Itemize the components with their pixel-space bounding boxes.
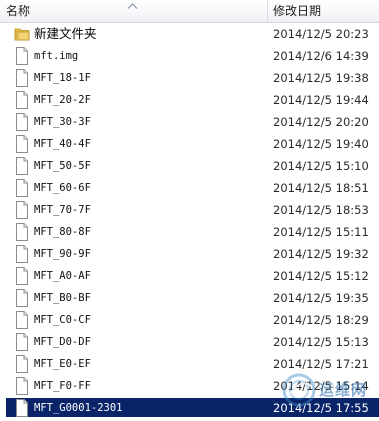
file-icon	[14, 223, 30, 241]
item-date-modified: 2014/12/5 19:32	[273, 247, 369, 261]
item-name: MFT_D0-DF	[34, 336, 91, 348]
file-row[interactable]: MFT_E0-EF 2014/12/5 17:21	[0, 353, 379, 375]
item-date-modified: 2014/12/5 17:55	[273, 401, 369, 415]
file-icon	[14, 157, 30, 175]
file-row[interactable]: MFT_C0-CF 2014/12/5 18:29	[0, 309, 379, 331]
file-icon	[14, 355, 30, 373]
file-row[interactable]: MFT_90-9F 2014/12/5 19:32	[0, 243, 379, 265]
file-row[interactable]: MFT_60-6F 2014/12/5 18:51	[0, 177, 379, 199]
item-name: MFT_C0-CF	[34, 314, 91, 326]
file-row[interactable]: MFT_F0-FF 2014/12/5 15:14	[0, 375, 379, 397]
sort-up-icon	[127, 3, 138, 9]
item-date-modified: 2014/12/5 20:20	[273, 115, 369, 129]
column-header-date-modified[interactable]: 修改日期	[268, 0, 379, 22]
column-header-date-label: 修改日期	[273, 4, 322, 18]
item-name: MFT_70-7F	[34, 204, 91, 216]
file-row[interactable]: MFT_50-5F 2014/12/5 15:10	[0, 155, 379, 177]
item-name: MFT_20-2F	[34, 94, 91, 106]
item-date-modified: 2014/12/6 14:39	[273, 49, 369, 63]
column-header-name[interactable]: 名称	[0, 0, 267, 22]
item-date-modified: 2014/12/5 17:21	[273, 357, 369, 371]
folder-icon	[14, 25, 30, 43]
item-name: MFT_30-3F	[34, 116, 91, 128]
file-icon	[14, 267, 30, 285]
item-date-modified: 2014/12/5 19:44	[273, 93, 369, 107]
item-name: MFT_50-5F	[34, 160, 91, 172]
file-icon	[14, 201, 30, 219]
item-date-modified: 2014/12/5 15:10	[273, 159, 369, 173]
item-date-modified: 2014/12/5 18:29	[273, 313, 369, 327]
item-name: MFT_40-4F	[34, 138, 91, 150]
file-icon	[14, 333, 30, 351]
file-icon	[14, 245, 30, 263]
item-date-modified: 2014/12/5 18:51	[273, 181, 369, 195]
file-icon	[14, 311, 30, 329]
item-name: MFT_E0-EF	[34, 358, 91, 370]
file-row[interactable]: MFT_18-1F 2014/12/5 19:38	[0, 67, 379, 89]
item-name: MFT_F0-FF	[34, 380, 91, 392]
file-row[interactable]: MFT_30-3F 2014/12/5 20:20	[0, 111, 379, 133]
item-name: MFT_A0-AF	[34, 270, 91, 282]
file-row[interactable]: MFT_40-4F 2014/12/5 19:40	[0, 133, 379, 155]
item-date-modified: 2014/12/5 15:14	[273, 379, 369, 393]
file-icon	[14, 135, 30, 153]
file-icon	[14, 113, 30, 131]
file-row[interactable]: MFT_70-7F 2014/12/5 18:53	[0, 199, 379, 221]
file-list-pane: 名称 修改日期 新建文件夹 2014/12/5 20:23 mft.img 2014/…	[0, 0, 379, 421]
file-icon	[14, 377, 30, 395]
item-date-modified: 2014/12/5 18:53	[273, 203, 369, 217]
file-row[interactable]: MFT_A0-AF 2014/12/5 15:12	[0, 265, 379, 287]
item-name: MFT_B0-BF	[34, 292, 91, 304]
file-icon	[14, 91, 30, 109]
item-date-modified: 2014/12/5 19:35	[273, 291, 369, 305]
file-row[interactable]: MFT_B0-BF 2014/12/5 19:35	[0, 287, 379, 309]
item-name: 新建文件夹	[34, 26, 97, 41]
file-row[interactable]: MFT_80-8F 2014/12/5 15:11	[0, 221, 379, 243]
file-icon	[14, 399, 30, 417]
file-icon	[14, 179, 30, 197]
file-icon	[14, 289, 30, 307]
column-header-name-label: 名称	[6, 4, 31, 18]
item-name: MFT_18-1F	[34, 72, 91, 84]
folder-row[interactable]: 新建文件夹 2014/12/5 20:23	[0, 23, 379, 45]
item-date-modified: 2014/12/5 15:11	[273, 225, 369, 239]
file-icon	[14, 69, 30, 87]
file-row[interactable]: mft.img 2014/12/6 14:39	[0, 45, 379, 67]
file-row[interactable]: MFT_D0-DF 2014/12/5 15:13	[0, 331, 379, 353]
item-name: mft.img	[34, 50, 79, 62]
item-name: MFT_G0001-2301	[34, 402, 123, 414]
column-header-bar: 名称 修改日期	[0, 0, 379, 23]
item-date-modified: 2014/12/5 15:12	[273, 269, 369, 283]
file-row[interactable]: MFT_20-2F 2014/12/5 19:44	[0, 89, 379, 111]
item-date-modified: 2014/12/5 19:40	[273, 137, 369, 151]
item-name: MFT_60-6F	[34, 182, 91, 194]
item-name: MFT_90-9F	[34, 248, 91, 260]
item-date-modified: 2014/12/5 15:13	[273, 335, 369, 349]
item-date-modified: 2014/12/5 19:38	[273, 71, 369, 85]
file-row[interactable]: MFT_G0001-2301 2014/12/5 17:55	[0, 397, 379, 419]
item-date-modified: 2014/12/5 20:23	[273, 27, 369, 41]
file-icon	[14, 47, 30, 65]
item-name: MFT_80-8F	[34, 226, 91, 238]
